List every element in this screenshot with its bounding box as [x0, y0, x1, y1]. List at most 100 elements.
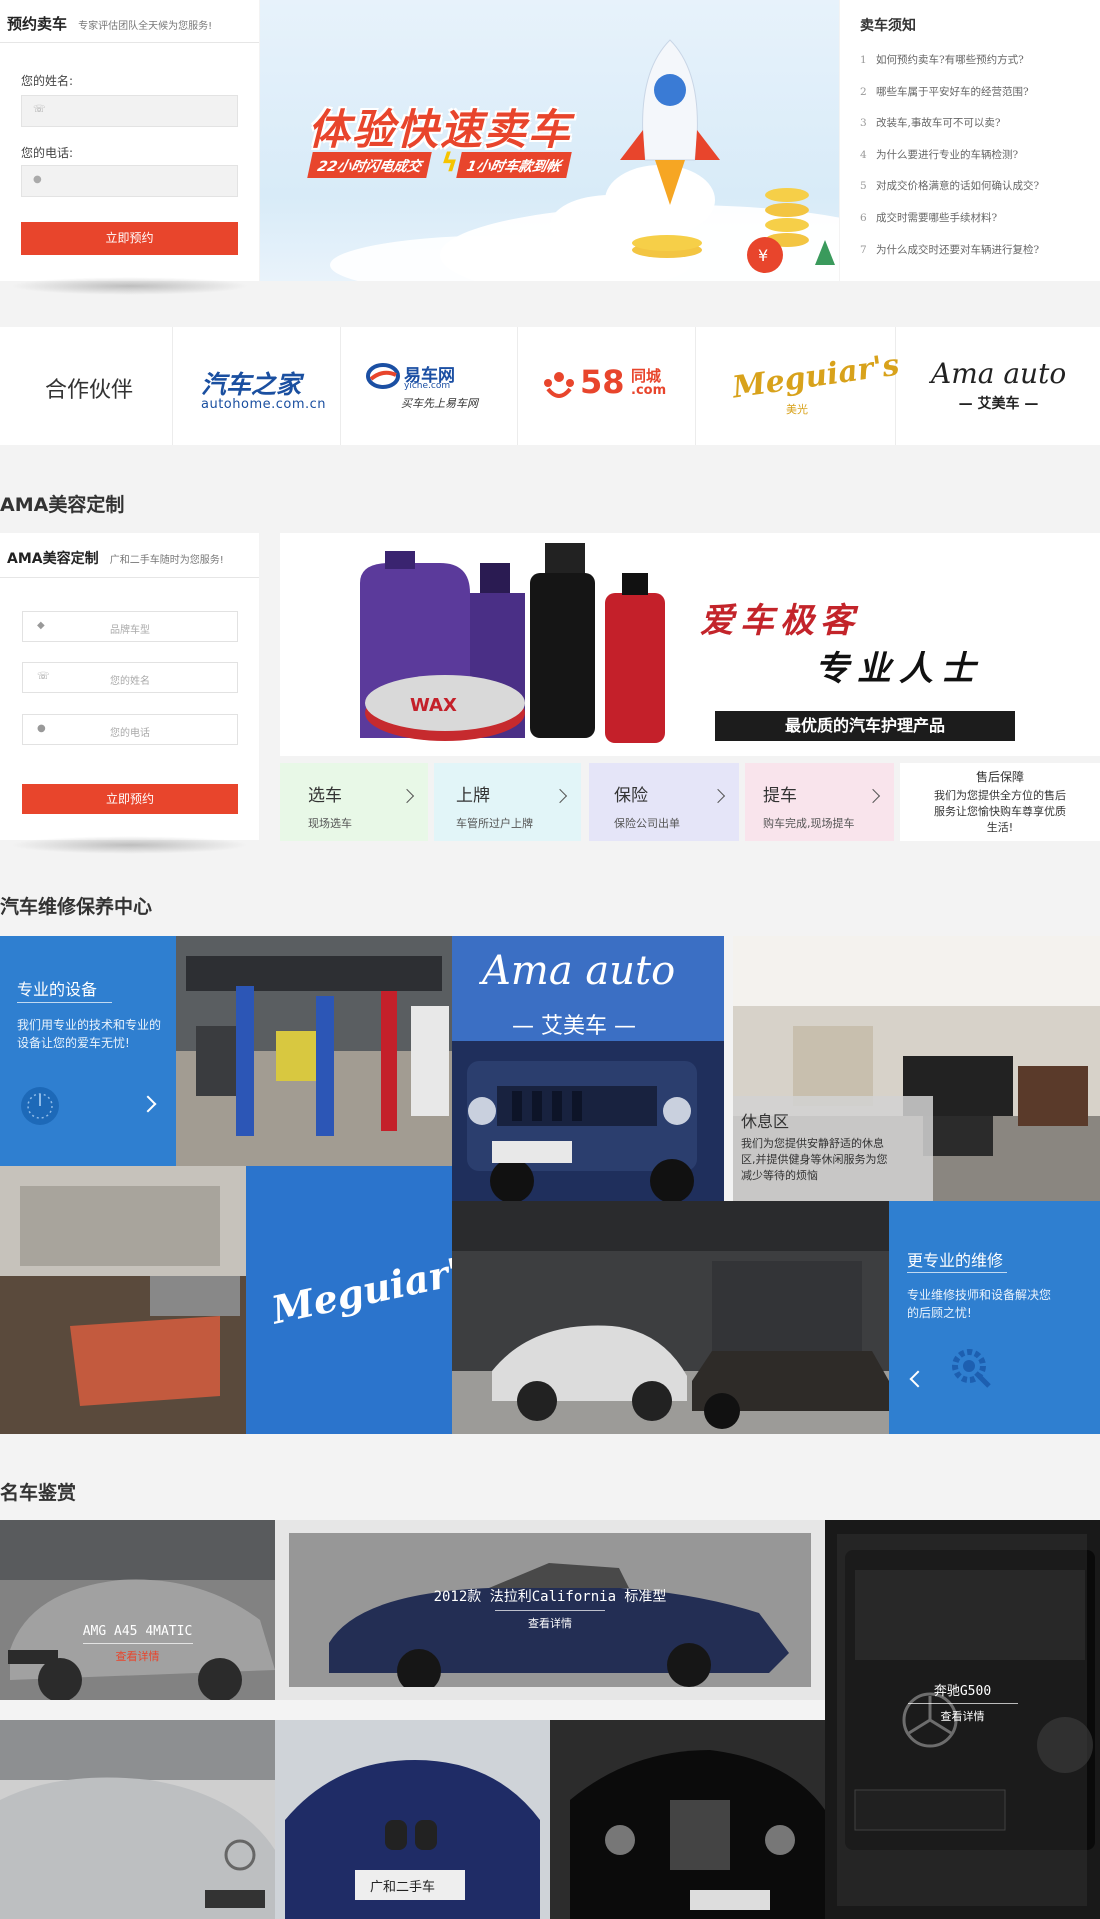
car-title: AMG A45 4MATIC [82, 1624, 193, 1639]
car-title: 奔驰G500 [933, 1684, 992, 1699]
name-input[interactable]: ☏ [21, 95, 238, 127]
brand-model-input[interactable]: ◆ 品牌车型 [22, 611, 238, 642]
care-products-image: WAX [360, 543, 665, 743]
chevron-right-icon [552, 788, 568, 804]
phone-label: 您的电话: [21, 146, 74, 160]
partner-logo-ama[interactable]: Ama auto — 艾美车 — [896, 327, 1100, 445]
beauty-name-input[interactable]: ☏ 您的姓名 [22, 662, 238, 693]
chevron-right-icon[interactable] [139, 1095, 157, 1113]
ama-auto-script: Ama auto [482, 948, 676, 994]
meguiars-logo-sub: 美光 [786, 403, 808, 416]
partners-label: 合作伙伴 [45, 378, 134, 403]
lounge-tile[interactable]: 休息区 我们为您提供安静舒适的休息区,并提供健身等休闲服务为您减少等待的烦恼 [733, 936, 1100, 1201]
hero-tag-payment: 1小时车款到帐 [456, 152, 572, 178]
lounge-caption-box: 休息区 我们为您提供安静舒适的休息区,并提供健身等休闲服务为您减少等待的烦恼 [733, 1096, 933, 1201]
after-sale-guarantee-card[interactable]: 售后保障 我们为您提供全方位的售后服务让您愉快购车尊享优质生活! [900, 763, 1100, 841]
car-card-bmw[interactable]: 广和二手车 [275, 1720, 550, 1919]
car-detail-link[interactable]: 查看详情 [275, 1615, 825, 1631]
car-title: 2012款 法拉利California 标准型 [433, 1589, 667, 1605]
service-card-select-car[interactable]: 选车 现场选车 [280, 763, 428, 841]
sell-notice-panel: 卖车须知 1 如何预约卖车?有哪些预约方式? 2 哪些车属于平安好车的经营范围? 3… [840, 0, 1100, 281]
title-underline [17, 1002, 112, 1003]
meguiars-logo: Meguiar's [267, 1244, 452, 1333]
service-card-pickup[interactable]: 提车 购车完成,现场提车 [745, 763, 894, 841]
service-desc: 现场选车 [308, 817, 352, 830]
partner-logo-autohome[interactable]: 汽车之家 autohome.com.cn [173, 327, 341, 445]
workshop-photo [176, 936, 452, 1166]
car-card-ferrari-california[interactable]: 2012款 法拉利California 标准型 查看详情 [275, 1520, 825, 1700]
booking-subtitle: 专家评估团队全天候为您服务! [78, 21, 213, 32]
lounge-desc: 我们为您提供安静舒适的休息区,并提供健身等休闲服务为您减少等待的烦恼 [741, 1137, 888, 1182]
beauty-book-button[interactable]: 立即预约 [22, 784, 238, 814]
booking-header: 预约卖车 专家评估团队全天候为您服务! [0, 0, 259, 43]
partner-logo-meguiars[interactable]: Meguiar's 美光 [696, 327, 901, 445]
beauty-form-title: AMA美容定制 [7, 551, 99, 567]
booking-title: 预约卖车 [7, 15, 68, 33]
notice-item[interactable]: 1 如何预约卖车?有哪些预约方式? [860, 45, 1100, 77]
after-sale-title: 售后保障 [975, 770, 1024, 784]
car-caption: 奔驰G500 查看详情 [825, 1680, 1100, 1724]
professional-repair-tile[interactable]: 更专业的维修 专业维修技师和设备解决您的后顾之忧! [889, 1201, 1100, 1434]
chevron-right-icon [399, 788, 415, 804]
hero-banner[interactable]: ¥ 体验快速卖车 22小时闪电成交 ϟ 1小时车款到帐 [260, 0, 839, 281]
cars-section-heading: 名车鉴赏 [0, 1482, 77, 1504]
chevron-left-icon[interactable] [909, 1370, 927, 1388]
yiche-slogan: 买车先上易车网 [401, 397, 478, 410]
58-person-icon [544, 372, 574, 398]
58-logo-number: 58 [580, 363, 625, 401]
notice-item[interactable]: 4 为什么要进行专业的车辆检测? [860, 140, 1100, 172]
equipment-tile[interactable]: 专业的设备 我们用专业的技术和专业的设备让您的爱车无忧! [0, 936, 176, 1166]
car-detail-link[interactable]: 查看详情 [825, 1708, 1100, 1724]
notice-item[interactable]: 5 对成交价格满意的话如何确认成交? [860, 171, 1100, 203]
panel-shadow [10, 277, 249, 295]
service-title: 选车 [308, 786, 342, 806]
service-card-insurance[interactable]: 保险 保险公司出单 [589, 763, 739, 841]
partner-logo-58[interactable]: 58 同城 .com [518, 327, 696, 445]
notice-item[interactable]: 2 哪些车属于平安好车的经营范围? [860, 77, 1100, 109]
car-card-amg-a45[interactable]: AMG A45 4MATIC 查看详情 [0, 1520, 275, 1700]
ama-auto-tile[interactable]: Ama auto — 艾美车 — [452, 936, 724, 1201]
car-overlay [0, 1520, 275, 1700]
notice-item[interactable]: 6 成交时需要哪些手续材料? [860, 203, 1100, 235]
car-caption: AMG A45 4MATIC 查看详情 [0, 1624, 275, 1664]
service-desc: 车管所过户上牌 [456, 817, 533, 830]
banner-tagline: 最优质的汽车护理产品 [715, 711, 1015, 741]
meguiars-tile[interactable]: Meguiar's [246, 1166, 452, 1434]
car-detail-link[interactable]: 查看详情 [0, 1648, 275, 1664]
repair-cars-image [452, 1201, 889, 1434]
beauty-phone-input[interactable]: ● 您的电话 [22, 714, 238, 745]
meguiars-logo-text: Meguiar's [730, 347, 902, 406]
phone-input[interactable]: ● [21, 165, 238, 197]
yiche-icon [366, 363, 400, 389]
notice-title: 卖车须知 [860, 18, 916, 34]
phone-placeholder: 您的电话 [110, 728, 150, 739]
partner-logo-yiche[interactable]: 易车网 yiche.com 买车先上易车网 [341, 327, 518, 445]
jeep-image [452, 1041, 724, 1201]
book-now-button[interactable]: 立即预约 [21, 222, 238, 255]
beauty-promo-banner[interactable]: WAX 爱车极客 专业人士 最优质的汽车护理产品 [280, 533, 1100, 756]
yiche-logo-sub: yiche.com [404, 381, 451, 391]
service-title: 上牌 [456, 786, 490, 806]
repair-bay-photo [0, 1166, 246, 1434]
autohome-logo-sub: autohome.com.cn [201, 397, 327, 412]
gear-wrench-icon [952, 1349, 991, 1388]
lounge-title: 休息区 [741, 1112, 790, 1131]
notice-item[interactable]: 7 为什么成交时还要对车辆进行复检? [860, 235, 1100, 267]
sell-car-booking-panel: 预约卖车 专家评估团队全天候为您服务! 您的姓名: ☏ 您的电话: ● 立即预约 [0, 0, 259, 281]
car-card-benz-g500[interactable]: 奔驰G500 查看详情 [825, 1520, 1100, 1919]
caption-line [495, 1610, 605, 1611]
banner-line-1: 爱车极客 [700, 601, 860, 641]
car-card-slk[interactable] [0, 1720, 275, 1919]
plate-text: 广和二手车 [370, 1879, 435, 1895]
service-card-registration[interactable]: 上牌 车管所过户上牌 [434, 763, 581, 841]
beauty-form-subtitle: 广和二手车随时为您服务! [109, 555, 224, 566]
panel-shadow [10, 836, 249, 854]
maintenance-section-heading: 汽车维修保养中心 [0, 896, 153, 918]
repair-desc: 专业维修技师和设备解决您的后顾之忧! [907, 1288, 1052, 1320]
car-caption: 2012款 法拉利California 标准型 查看详情 [275, 1586, 825, 1631]
notice-item[interactable]: 3 改装车,事故车可不可以卖? [860, 108, 1100, 140]
beauty-form-header: AMA美容定制 广和二手车随时为您服务! [0, 533, 259, 578]
beauty-section-heading: AMA美容定制 [0, 494, 125, 516]
car-card-vintage[interactable] [550, 1720, 825, 1919]
user-icon: ● [33, 174, 42, 185]
